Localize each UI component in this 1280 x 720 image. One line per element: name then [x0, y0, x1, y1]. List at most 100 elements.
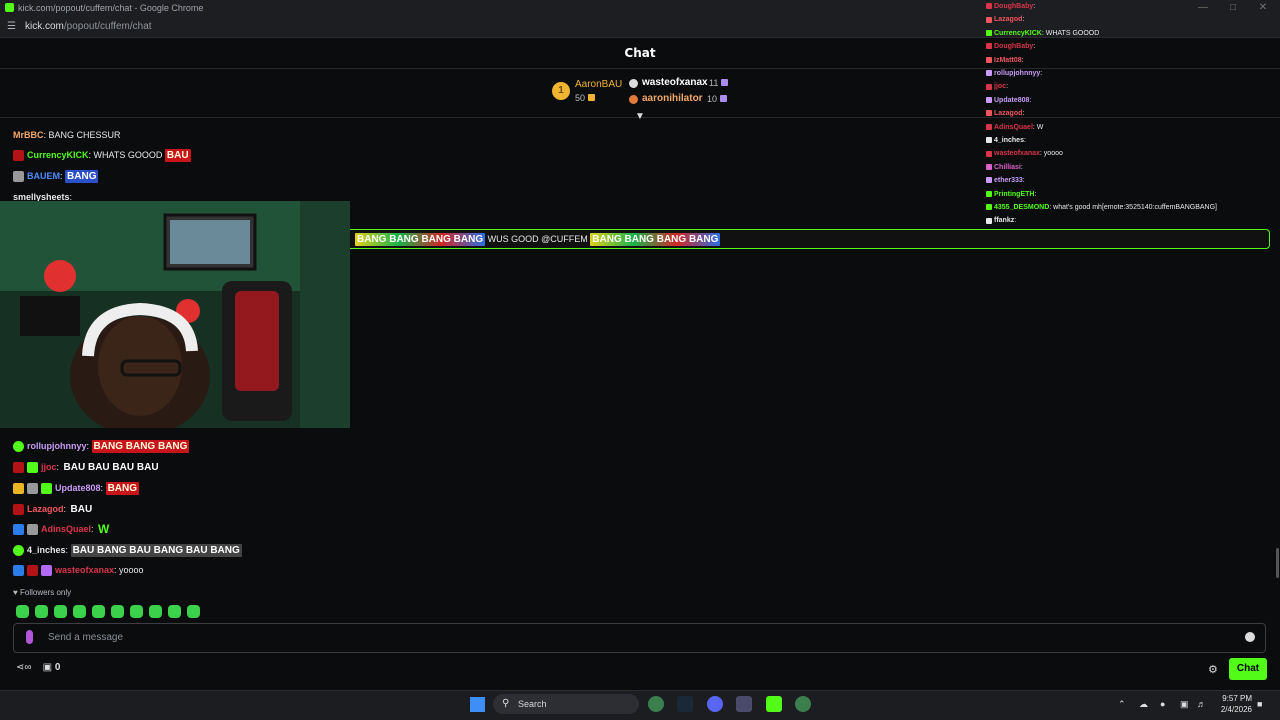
message-input[interactable]: Send a message [13, 623, 1266, 653]
overlay-message: PrintingETH: [986, 188, 1036, 201]
kick-app-icon[interactable] [766, 696, 782, 712]
message-text: : [65, 545, 69, 555]
chat-title: Chat [0, 38, 1280, 69]
message-user[interactable]: AdinsQuael [41, 524, 91, 534]
leaderboard-name-3[interactable]: aaronihilator [642, 93, 703, 104]
users-icon[interactable]: ⋖∞ [16, 662, 32, 673]
overlay-message: jjoc: [986, 80, 1008, 93]
overlay-text: : [1006, 83, 1009, 91]
overlay-message: 4_inches: [986, 134, 1026, 147]
chat-send-button[interactable]: Chat [1229, 658, 1267, 680]
rank-2-icon [629, 79, 638, 88]
collapse-icon[interactable]: ▼ [634, 112, 646, 122]
notification-icon[interactable]: ■ [1257, 699, 1262, 709]
chat-message: CurrencyKICK: WHATS GOOOD BAU [13, 149, 191, 163]
close-button[interactable]: ✕ [1248, 0, 1278, 16]
message-text: : BANG CHESSUR [43, 130, 121, 140]
quick-emote-icon[interactable] [111, 605, 124, 619]
message-user[interactable]: rollupjohnnyy [27, 441, 87, 451]
minimize-button[interactable]: — [1188, 0, 1218, 16]
emote: BAU BAU BAU BAU [63, 462, 159, 474]
sub-badge-icon [27, 483, 38, 495]
message-user[interactable]: Lazagod [27, 504, 64, 514]
maximize-button[interactable]: □ [1218, 0, 1248, 16]
taskbar-search[interactable]: Search [493, 694, 639, 714]
windows-start-icon[interactable] [470, 697, 485, 712]
site-info-icon[interactable]: ☰ [7, 21, 18, 32]
volume-icon[interactable]: ♬ [1197, 699, 1206, 709]
sub-badge-icon [13, 171, 24, 183]
sub-badge-icon [27, 565, 38, 577]
message-user[interactable]: 4_inches [27, 545, 66, 555]
overlay-message: ether333: [986, 174, 1025, 187]
quick-emote-icon[interactable] [187, 605, 200, 619]
footer-left: ⋖∞ ▣ 0 [16, 662, 60, 673]
mic-icon[interactable] [26, 630, 33, 644]
leaderboard-name-1[interactable]: AaronBAU [575, 79, 622, 90]
message-user[interactable]: MrBBC [13, 130, 44, 140]
steam-icon[interactable] [677, 696, 693, 712]
gift-icon[interactable]: ▣ [43, 662, 52, 673]
gift-badge-icon [41, 483, 52, 495]
tray-chevron-icon[interactable]: ⌃ [1118, 699, 1126, 710]
message-user[interactable]: Update808 [55, 483, 101, 493]
scrollbar[interactable] [1276, 548, 1279, 578]
message-user[interactable]: wasteofxanax [55, 565, 114, 575]
message-text: : WHATS GOOOD [88, 150, 163, 160]
chrome-icon[interactable] [648, 696, 664, 712]
quick-emote-icon[interactable] [16, 605, 29, 619]
chat-message: rollupjohnnyy: BANG BANG BANG [13, 440, 190, 454]
clock-time[interactable]: 9:57 PM [1222, 694, 1252, 703]
overlay-message: Update808: [986, 94, 1031, 107]
quick-emote-icon[interactable] [168, 605, 181, 619]
quick-emote-bar [16, 603, 206, 619]
overlay-user: ether333 [994, 177, 1023, 185]
quick-emote-icon[interactable] [54, 605, 67, 619]
message-text: : [86, 441, 90, 451]
overlay-user: PrintingETH [994, 190, 1035, 198]
message-user[interactable]: BAUEM [27, 171, 60, 181]
mic-tray-icon[interactable]: ● [1160, 699, 1165, 709]
leaderboard-name-2[interactable]: wasteofxanax [642, 77, 708, 88]
gear-icon[interactable]: ⚙ [1208, 663, 1218, 676]
pinned-message[interactable]: BANG BANG BANG BANG WUS GOOD @CUFFEM BAN… [350, 229, 1270, 249]
overlay-badge-icon [986, 204, 992, 211]
gift-icon [587, 94, 595, 101]
overlay-user: ffankz [994, 217, 1015, 225]
overlay-text: : WHATS GOOOD [1041, 29, 1100, 37]
leaderboard-count-3: 10 [707, 94, 727, 104]
gift-badge-icon [41, 565, 52, 577]
verified-badge-icon [13, 545, 24, 557]
sub-badge-icon [13, 462, 24, 474]
cloud-icon[interactable]: ☁ [1139, 699, 1148, 710]
quick-emote-icon[interactable] [92, 605, 105, 619]
overlay-message: DoughBaby: [986, 0, 1035, 13]
quick-emote-icon[interactable] [35, 605, 48, 619]
clock-date[interactable]: 2/4/2026 [1216, 705, 1252, 714]
quick-emote-icon[interactable] [130, 605, 143, 619]
emote: BANG BANG BANG [91, 440, 190, 454]
message-user[interactable]: jjoc [41, 462, 57, 472]
mod-badge-icon [13, 565, 24, 577]
overlay-text: : [1033, 3, 1036, 10]
overlay-badge-icon [986, 150, 992, 157]
emoji-icon[interactable] [1245, 632, 1255, 642]
network-icon[interactable]: ▣ [1180, 699, 1189, 710]
mod-badge-icon [13, 524, 24, 536]
overlay-text: : [1022, 177, 1025, 185]
message-text: : [60, 171, 63, 181]
app-icon[interactable] [736, 696, 752, 712]
message-text: : [56, 462, 60, 472]
overlay-message: IzMatt08: [986, 54, 1024, 67]
quick-emote-icon[interactable] [73, 605, 86, 619]
emote: BAU [70, 504, 93, 516]
message-user[interactable]: CurrencyKICK [27, 150, 89, 160]
quick-emote-icon[interactable] [149, 605, 162, 619]
overlay-message: Chilliasi: [986, 161, 1023, 174]
chrome-active-icon[interactable] [795, 696, 811, 712]
gift-badge-icon [27, 462, 38, 474]
discord-icon[interactable] [707, 696, 723, 712]
emote: BANG BANG BANG BANG [590, 233, 721, 247]
overlay-user: DoughBaby [994, 43, 1034, 51]
followers-only-notice: ♥ Followers only [13, 588, 72, 597]
